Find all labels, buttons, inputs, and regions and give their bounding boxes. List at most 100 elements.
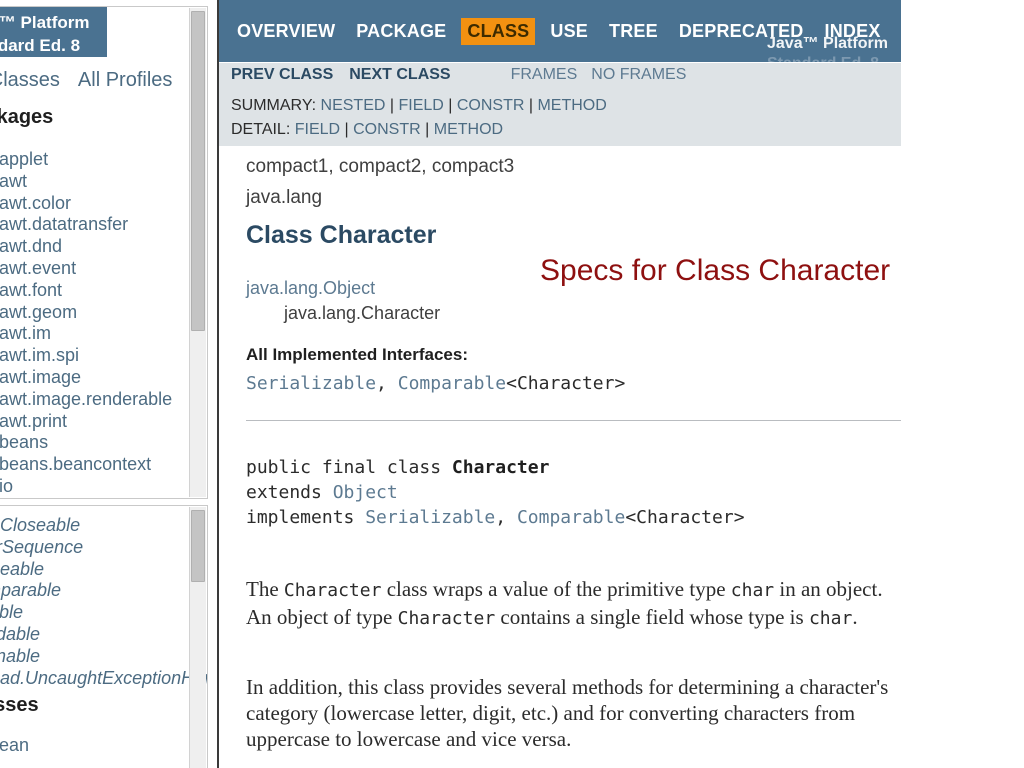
- package-list-item[interactable]: java.awt.dnd: [0, 236, 207, 258]
- inheritance-tree: java.lang.Object java.lang.Character: [246, 278, 440, 324]
- interface-list-item[interactable]: Iterable: [0, 602, 207, 624]
- interface-link-serializable[interactable]: Serializable: [246, 373, 376, 394]
- summary-link-nested[interactable]: NESTED: [321, 97, 386, 114]
- declaration-line-3: implements Serializable, Comparable<Char…: [246, 505, 745, 530]
- para1-text-e: .: [852, 605, 858, 629]
- all-profiles-link[interactable]: All Profiles: [78, 69, 172, 91]
- declaration-interface-separator: ,: [495, 507, 517, 528]
- detail-row: DETAIL: FIELD | CONSTR | METHOD: [231, 121, 503, 139]
- nav-item-use[interactable]: USE: [544, 18, 594, 45]
- interface-link-comparable[interactable]: Comparable: [398, 373, 506, 394]
- packages-frame: Java™ Platform Standard Ed. 8 All Classe…: [0, 0, 218, 503]
- package-list: java.appletjava.awtjava.awt.colorjava.aw…: [0, 149, 207, 498]
- extends-keyword: extends: [246, 482, 333, 503]
- packages-frame-body: Java™ Platform Standard Ed. 8 All Classe…: [0, 6, 208, 499]
- declaration-generic-parameter: <Character>: [625, 507, 745, 528]
- sidebar-all-links: All Classes All Profiles: [0, 69, 207, 92]
- nav-item-overview[interactable]: OVERVIEW: [231, 18, 341, 45]
- class-list: BooleanByte: [0, 735, 207, 768]
- declaration-class-name: Character: [451, 457, 550, 478]
- nav-item-tree[interactable]: TREE: [603, 18, 664, 45]
- nav-item-package[interactable]: PACKAGE: [350, 18, 452, 45]
- classes-frame: AutoCloseableCharSequenceCloneableCompar…: [0, 503, 218, 768]
- declaration-interface-serializable[interactable]: Serializable: [365, 507, 495, 528]
- class-list-item[interactable]: Boolean: [0, 735, 207, 757]
- interface-list-item[interactable]: Comparable: [0, 580, 207, 602]
- package-list-item[interactable]: java.awt.im: [0, 323, 207, 345]
- separator: |: [524, 97, 538, 114]
- packages-scrollbar-thumb[interactable]: [191, 11, 205, 331]
- summary-label: SUMMARY:: [231, 97, 317, 114]
- classes-scrollbar-thumb[interactable]: [191, 510, 205, 582]
- prev-class-link[interactable]: PREV CLASS: [231, 66, 333, 83]
- declaration-line-2: extends Object: [246, 480, 745, 505]
- package-list-item[interactable]: java.awt.color: [0, 193, 207, 215]
- slide-annotation: Specs for Class Character: [540, 254, 891, 287]
- nav-item-class[interactable]: CLASS: [461, 18, 536, 45]
- class-list-item[interactable]: Byte: [0, 757, 207, 768]
- package-list-item[interactable]: java.awt.image.renderable: [0, 389, 207, 411]
- separator: |: [340, 121, 354, 138]
- package-list-item[interactable]: java.io: [0, 476, 207, 498]
- para1-code-char-2: char: [808, 608, 853, 629]
- summary-link-constr[interactable]: CONSTR: [457, 97, 525, 114]
- implemented-interfaces-heading: All Implemented Interfaces:: [246, 345, 469, 364]
- package-list-item[interactable]: java.beans.beancontext: [0, 454, 207, 476]
- detail-link-field[interactable]: FIELD: [295, 121, 340, 138]
- declaration-line-1: public final class Character: [246, 455, 745, 480]
- separator: |: [420, 121, 434, 138]
- package-list-item[interactable]: java.awt.print: [0, 411, 207, 433]
- package-list-item[interactable]: java.beans: [0, 432, 207, 454]
- sidebar-product-title-line2: Standard Ed. 8: [0, 36, 81, 55]
- para1-code-character-2: Character: [397, 608, 496, 629]
- inheritance-child: java.lang.Character: [284, 303, 441, 323]
- horizontal-rule: [246, 420, 901, 421]
- package-list-item[interactable]: java.awt.datatransfer: [0, 214, 207, 236]
- package-list-item[interactable]: java.awt.font: [0, 280, 207, 302]
- interface-list-item[interactable]: Cloneable: [0, 559, 207, 581]
- profiles-line: compact1, compact2, compact3: [246, 156, 515, 177]
- sidebar-product-title: Java™ Platform Standard Ed. 8: [0, 7, 107, 57]
- inheritance-parent[interactable]: java.lang.Object: [246, 278, 440, 299]
- class-nav-row: PREV CLASS NEXT CLASS FRAMES NO FRAMES: [231, 66, 700, 84]
- implements-keyword: implements: [246, 507, 366, 528]
- para1-text-b: class wraps a value of the primitive typ…: [381, 577, 731, 601]
- summary-row: SUMMARY: NESTED | FIELD | CONSTR | METHO…: [231, 97, 607, 115]
- interface-list-item[interactable]: CharSequence: [0, 537, 207, 559]
- next-class-link[interactable]: NEXT CLASS: [349, 66, 450, 83]
- separator: |: [443, 97, 457, 114]
- sub-navigation-bar: PREV CLASS NEXT CLASS FRAMES NO FRAMES SUMM…: [219, 62, 901, 146]
- detail-link-method[interactable]: METHOD: [434, 121, 503, 138]
- implemented-interfaces-list: Serializable, Comparable<Character>: [246, 373, 625, 394]
- package-list-item[interactable]: java.awt.image: [0, 367, 207, 389]
- interface-generic-parameter: <Character>: [506, 373, 626, 394]
- interface-list-item[interactable]: Runnable: [0, 646, 207, 668]
- brand-overlay-line1: Java™ Platform: [767, 35, 888, 52]
- package-list-item[interactable]: java.awt.im.spi: [0, 345, 207, 367]
- package-list-item[interactable]: java.awt: [0, 171, 207, 193]
- package-list-item[interactable]: java.awt.geom: [0, 302, 207, 324]
- detail-link-constr[interactable]: CONSTR: [353, 121, 421, 138]
- package-list-item[interactable]: java.applet: [0, 149, 207, 171]
- packages-heading: Packages: [0, 106, 54, 128]
- interface-list-item[interactable]: Readable: [0, 624, 207, 646]
- interface-list-item[interactable]: AutoCloseable: [0, 515, 207, 537]
- sidebar-product-title-line1: Java™ Platform: [0, 13, 90, 32]
- package-list-item[interactable]: java.awt.event: [0, 258, 207, 280]
- interface-list: AutoCloseableCharSequenceCloneableCompar…: [0, 515, 207, 690]
- para1-text-a: The: [246, 577, 284, 601]
- class-declaration: public final class Character extends Obj…: [246, 455, 745, 530]
- declaration-interface-comparable[interactable]: Comparable: [517, 507, 625, 528]
- para1-text-d: contains a single field whose type is: [495, 605, 809, 629]
- summary-link-method[interactable]: METHOD: [537, 97, 606, 114]
- no-frames-link[interactable]: NO FRAMES: [591, 66, 686, 83]
- all-classes-link[interactable]: All Classes: [0, 69, 60, 91]
- frames-link[interactable]: FRAMES: [511, 66, 578, 83]
- page-title: Class Character: [246, 221, 437, 249]
- interface-list-item[interactable]: Thread.UncaughtExceptionHandler: [0, 668, 207, 690]
- summary-link-field[interactable]: FIELD: [398, 97, 443, 114]
- classes-frame-body: AutoCloseableCharSequenceCloneableCompar…: [0, 505, 208, 768]
- summary-items: NESTED | FIELD | CONSTR | METHOD: [321, 97, 607, 114]
- superclass-link[interactable]: Object: [333, 482, 398, 503]
- separator: |: [385, 97, 399, 114]
